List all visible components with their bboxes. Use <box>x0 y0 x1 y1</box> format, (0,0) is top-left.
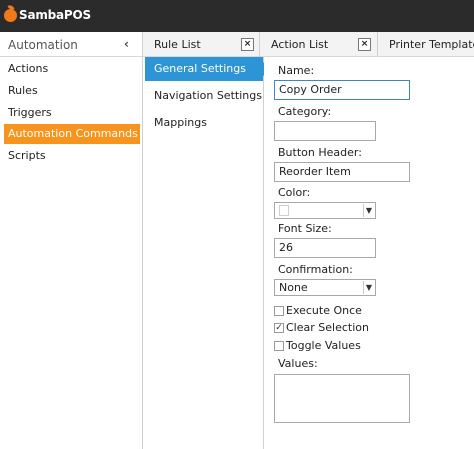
sidebar-item-scripts[interactable]: Scripts <box>4 146 140 166</box>
chevron-left-icon[interactable]: ‹ <box>124 37 129 51</box>
selection-pointer-icon <box>256 62 264 76</box>
confirmation-label: Confirmation: <box>278 263 353 276</box>
confirmation-select[interactable]: None ▼ <box>274 279 376 296</box>
execute-once-label: Execute Once <box>286 304 362 317</box>
sidebar-item-actions[interactable]: Actions <box>4 59 140 79</box>
chevron-down-icon[interactable]: ▼ <box>363 281 374 294</box>
title-bar: SambaPOS <box>0 0 474 32</box>
font-size-label: Font Size: <box>278 222 332 235</box>
nav-general-settings[interactable]: General Settings <box>145 57 263 81</box>
color-select[interactable]: ▼ <box>274 202 376 219</box>
name-label: Name: <box>278 64 315 77</box>
sidebar-item-triggers[interactable]: Triggers <box>4 103 140 123</box>
toggle-values-label: Toggle Values <box>286 339 361 352</box>
close-icon[interactable]: × <box>358 38 371 51</box>
tab-rule-list-label: Rule List <box>154 38 201 51</box>
category-label: Category: <box>278 105 332 118</box>
font-size-field[interactable]: 26 <box>274 238 376 258</box>
clear-selection-label: Clear Selection <box>286 321 369 334</box>
tab-printer-template-list[interactable]: Printer Template L <box>378 32 474 57</box>
close-icon[interactable]: × <box>241 38 254 51</box>
values-label: Values: <box>278 357 318 370</box>
left-navigation: Automation ‹ Actions Rules Triggers Auto… <box>0 32 143 449</box>
confirmation-selected-value: None <box>279 281 308 294</box>
document-tabs: Rule List × Action List × Printer Templa… <box>143 32 474 57</box>
color-swatch <box>279 205 289 216</box>
nav-navigation-settings[interactable]: Navigation Settings <box>145 84 263 108</box>
tab-printer-template-label: Printer Template L <box>389 38 474 51</box>
tab-action-list[interactable]: Action List × <box>260 32 378 57</box>
app-title: SambaPOS <box>19 8 91 22</box>
leftnav-header-label: Automation <box>8 38 78 52</box>
values-textarea[interactable] <box>274 374 410 423</box>
tab-action-list-label: Action List <box>271 38 329 51</box>
color-label: Color: <box>278 186 311 199</box>
sambapos-logo-icon <box>4 9 17 22</box>
button-header-field[interactable]: Reorder Item <box>274 162 410 182</box>
sidebar-item-rules[interactable]: Rules <box>4 81 140 101</box>
button-header-label: Button Header: <box>278 146 362 159</box>
check-icon[interactable]: ✓ <box>274 323 284 333</box>
toggle-values-checkbox-box[interactable] <box>274 341 284 351</box>
name-field[interactable]: Copy Order <box>274 80 410 100</box>
tab-rule-list[interactable]: Rule List × <box>143 32 260 57</box>
chevron-down-icon[interactable]: ▼ <box>363 204 374 217</box>
execute-once-checkbox-box[interactable] <box>274 306 284 316</box>
nav-mappings[interactable]: Mappings <box>145 111 263 135</box>
category-field[interactable] <box>274 121 376 141</box>
leftnav-header: Automation ‹ <box>0 32 142 57</box>
sidebar-item-automation-commands[interactable]: Automation Commands <box>4 124 140 144</box>
settings-navigation: General Settings Navigation Settings Map… <box>143 57 264 449</box>
